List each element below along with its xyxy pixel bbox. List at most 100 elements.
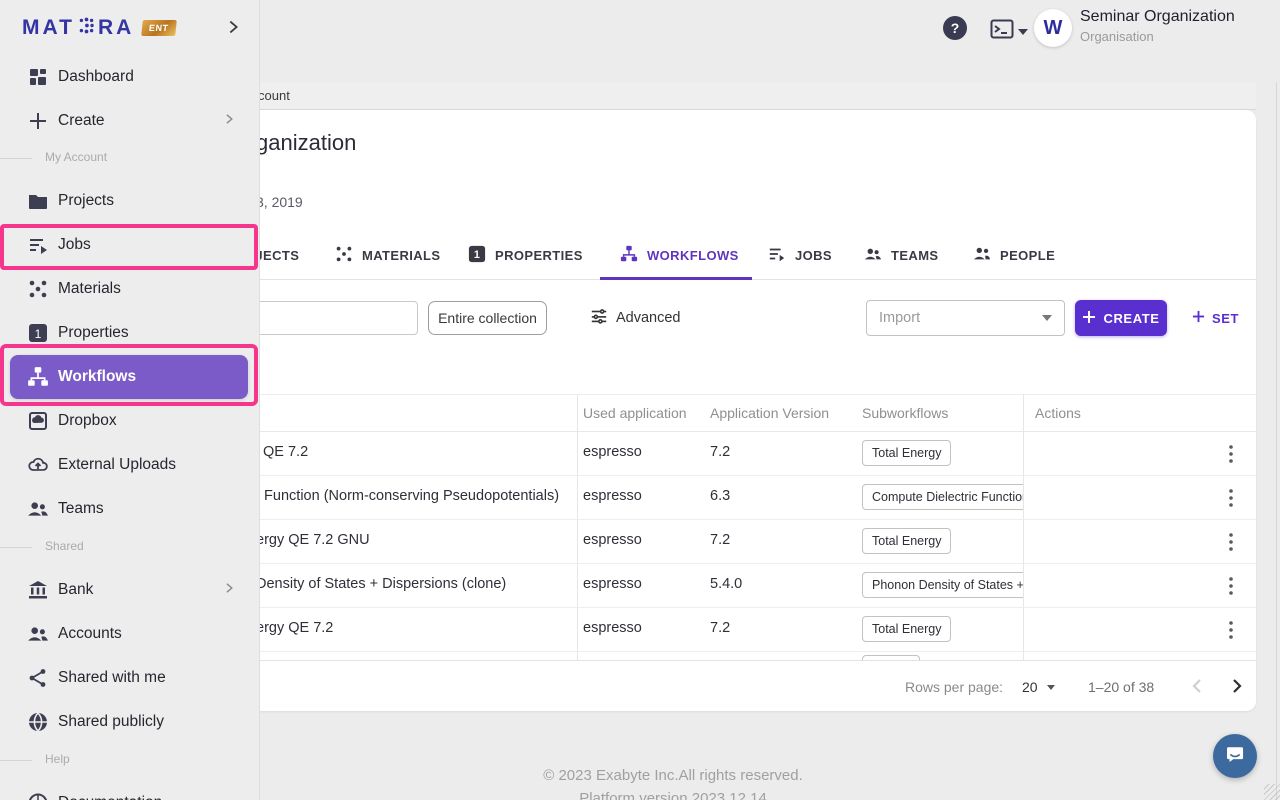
subworkflow-chip[interactable]: Compute Dielectric Function [862, 484, 1023, 510]
chevron-right-icon [222, 112, 236, 131]
scrollbar-track[interactable] [1276, 82, 1277, 800]
sidebar-item-dropbox[interactable]: Dropbox [0, 399, 260, 443]
pagination-range: 1–20 of 38 [1088, 679, 1154, 695]
sidebar-item-dashboard[interactable]: Dashboard [0, 55, 260, 99]
tab-teams[interactable]: TEAMS [864, 231, 939, 280]
subworkflow-chip[interactable]: Total Energy [862, 616, 951, 642]
tab-workflows[interactable]: WORKFLOWS [620, 231, 739, 280]
sidebar-item-external-uploads[interactable]: External Uploads [0, 443, 260, 487]
sidebar-item-shared-with-me[interactable]: Shared with me [0, 656, 260, 700]
teams-people-icon [27, 498, 49, 520]
properties-badge-icon: 1 [27, 322, 49, 344]
terminal-icon [990, 19, 1014, 44]
documentation-icon [27, 792, 49, 800]
materials-dots-icon [27, 278, 49, 300]
resize-handle[interactable] [1264, 784, 1280, 800]
set-button[interactable]: SET [1192, 300, 1239, 336]
filter-tune-icon [590, 307, 608, 329]
tab-people[interactable]: PEOPLE [973, 231, 1055, 280]
sidebar-item-properties[interactable]: 1 Properties [0, 311, 260, 355]
subworkflow-chip[interactable]: Total Energy [862, 440, 951, 466]
rows-per-page-label: Rows per page: [905, 679, 1003, 695]
org-info[interactable]: Seminar Organization Organisation [1080, 8, 1235, 44]
section-label-my-account: My Account [45, 150, 107, 164]
workflow-tree-icon [620, 245, 638, 266]
chevron-down-icon [1018, 29, 1028, 35]
dashboard-icon [27, 66, 49, 88]
share-icon [27, 667, 49, 689]
jobs-list-icon [768, 245, 786, 266]
chevron-down-icon [1042, 315, 1052, 321]
import-select[interactable]: Import [866, 300, 1065, 336]
people-icon [973, 245, 991, 266]
sidebar-item-accounts[interactable]: Accounts [0, 612, 260, 656]
section-label-help: Help [45, 752, 70, 766]
sidebar-item-materials[interactable]: Materials [0, 267, 260, 311]
org-type: Organisation [1080, 29, 1235, 44]
svg-text:1: 1 [474, 249, 480, 261]
cloud-upload-icon [27, 454, 49, 476]
sidebar: MAT RA ENT Dashboard Create My Account P… [0, 0, 260, 800]
materials-dots-icon [335, 245, 353, 266]
ent-badge: ENT [141, 20, 176, 36]
sidebar-item-projects[interactable]: Projects [0, 179, 260, 223]
entire-collection-button[interactable]: Entire collection [428, 301, 547, 335]
logo-dotted-3-icon [78, 16, 95, 40]
org-name: Seminar Organization [1080, 8, 1235, 26]
properties-badge-icon: 1 [468, 245, 486, 266]
dropbox-icon [27, 410, 49, 432]
chat-bubble-icon [1224, 743, 1246, 770]
row-actions-kebab-icon[interactable] [1220, 487, 1242, 509]
sidebar-item-create[interactable]: Create [0, 99, 260, 143]
sidebar-collapse-chevron[interactable] [224, 18, 242, 39]
tab-properties[interactable]: 1 PROPERTIES [468, 231, 583, 280]
column-actions: Actions [1035, 405, 1081, 421]
subworkflow-chip[interactable]: Total Energy [862, 528, 951, 554]
section-label-shared: Shared [45, 539, 84, 553]
teams-people-icon [864, 245, 882, 266]
sidebar-item-shared-publicly[interactable]: Shared publicly [0, 700, 260, 744]
sidebar-item-jobs[interactable]: Jobs [0, 223, 260, 267]
create-button[interactable]: CREATE [1075, 300, 1167, 336]
row-actions-kebab-icon[interactable] [1220, 619, 1242, 641]
row-actions-kebab-icon[interactable] [1220, 443, 1242, 465]
tab-jobs[interactable]: JOBS [768, 231, 832, 280]
sidebar-item-bank[interactable]: Bank [0, 568, 260, 612]
column-subworkflows: Subworkflows [862, 405, 948, 421]
subworkflow-chip[interactable]: Phonon Density of States + Di [862, 572, 1023, 598]
sidebar-item-workflows[interactable]: Workflows [10, 355, 248, 399]
accounts-people-icon [27, 623, 49, 645]
mat3ra-logo[interactable]: MAT RA ENT [22, 16, 176, 40]
chevron-down-icon [1047, 685, 1055, 690]
advanced-filter-button[interactable]: Advanced [590, 301, 681, 335]
jobs-list-icon [27, 234, 49, 256]
breadcrumb: count [258, 82, 290, 110]
svg-text:1: 1 [35, 327, 42, 341]
bank-icon [27, 579, 49, 601]
row-actions-kebab-icon[interactable] [1220, 531, 1242, 553]
avatar[interactable]: W [1034, 9, 1072, 47]
sidebar-item-teams[interactable]: Teams [0, 487, 260, 531]
column-used-application: Used application [583, 405, 687, 421]
page-title: ganization [256, 130, 356, 156]
tab-materials[interactable]: MATERIALS [335, 231, 440, 280]
column-application-version: Application Version [710, 405, 829, 421]
help-icon[interactable]: ? [943, 16, 967, 40]
page-subtitle-date: 3, 2019 [256, 194, 303, 210]
globe-icon [27, 711, 49, 733]
plus-icon [1192, 310, 1205, 326]
plus-icon [27, 110, 49, 132]
folder-icon [27, 190, 49, 212]
rows-per-page-select[interactable]: 20 [1022, 679, 1055, 695]
row-actions-kebab-icon[interactable] [1220, 575, 1242, 597]
console-menu-button[interactable] [990, 19, 1028, 44]
platform-version-text: Platform version 2023.12.14 [579, 790, 767, 800]
workflow-tree-icon [27, 366, 49, 388]
sidebar-item-documentation[interactable]: Documentation [0, 781, 260, 800]
plus-icon [1082, 310, 1096, 327]
copyright-text: © 2023 Exabyte Inc.All rights reserved. [543, 767, 803, 784]
chat-widget-button[interactable] [1213, 734, 1257, 778]
next-page-button[interactable] [1223, 674, 1249, 700]
previous-page-button[interactable] [1185, 674, 1211, 700]
chevron-right-icon [222, 581, 236, 600]
